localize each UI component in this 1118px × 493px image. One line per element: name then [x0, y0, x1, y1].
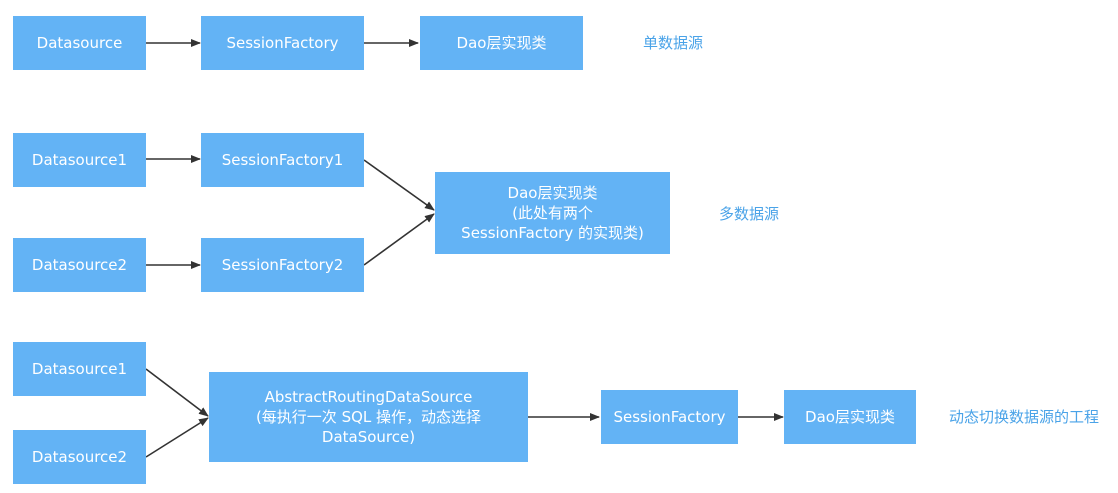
- node-dao-multi-line1: Dao层实现类: [507, 184, 598, 202]
- node-dao-multi-line3: SessionFactory 的实现类): [461, 224, 644, 242]
- node-sessionfactory-label: SessionFactory: [226, 34, 339, 52]
- node-dao-multi-line2: (此处有两个: [512, 204, 593, 222]
- node-sessionfactory2-label: SessionFactory2: [221, 256, 344, 274]
- node-datasource1-dynamic-label: Datasource1: [31, 360, 128, 378]
- node-sessionfactory-dynamic-label: SessionFactory: [613, 408, 726, 426]
- caption-single-datasource: 单数据源: [643, 34, 704, 52]
- node-datasource2: Datasource2: [13, 238, 146, 292]
- caption-dynamic-datasource: 动态切换数据源的工程: [949, 408, 1100, 426]
- node-sessionfactory2: SessionFactory2: [201, 238, 364, 292]
- caption-multi-datasource: 多数据源: [719, 205, 780, 223]
- node-datasource2-dynamic: Datasource2: [13, 430, 146, 484]
- node-dao-multi: Dao层实现类 (此处有两个 SessionFactory 的实现类): [435, 172, 670, 254]
- node-datasource1-label: Datasource1: [31, 151, 128, 169]
- node-dao: Dao层实现类: [420, 16, 583, 70]
- node-dao-dynamic-label: Dao层实现类: [805, 408, 895, 426]
- node-routing-line1: AbstractRoutingDataSource: [264, 388, 473, 406]
- node-datasource: Datasource: [13, 16, 146, 70]
- edge-datasource2-to-routing: [145, 417, 209, 458]
- node-dao-dynamic: Dao层实现类: [784, 390, 916, 444]
- node-datasource-label: Datasource: [36, 34, 123, 52]
- node-sessionfactory1: SessionFactory1: [201, 133, 364, 187]
- node-datasource2-label: Datasource2: [31, 256, 128, 274]
- node-routing-line3: DataSource): [321, 428, 416, 446]
- node-sessionfactory: SessionFactory: [201, 16, 364, 70]
- node-routing-datasource: AbstractRoutingDataSource (每执行一次 SQL 操作，…: [209, 372, 528, 462]
- node-routing-line2: (每执行一次 SQL 操作，动态选择: [255, 408, 482, 426]
- node-datasource2-dynamic-label: Datasource2: [31, 448, 128, 466]
- node-datasource1-dynamic: Datasource1: [13, 342, 146, 396]
- node-sessionfactory1-label: SessionFactory1: [221, 151, 344, 169]
- edge-sessionfactory1-to-dao: [363, 159, 435, 211]
- node-sessionfactory-dynamic: SessionFactory: [601, 390, 738, 444]
- node-dao-label: Dao层实现类: [456, 34, 547, 52]
- node-datasource1: Datasource1: [13, 133, 146, 187]
- edge-datasource1-to-routing: [145, 368, 209, 417]
- edge-sessionfactory2-to-dao: [363, 213, 435, 266]
